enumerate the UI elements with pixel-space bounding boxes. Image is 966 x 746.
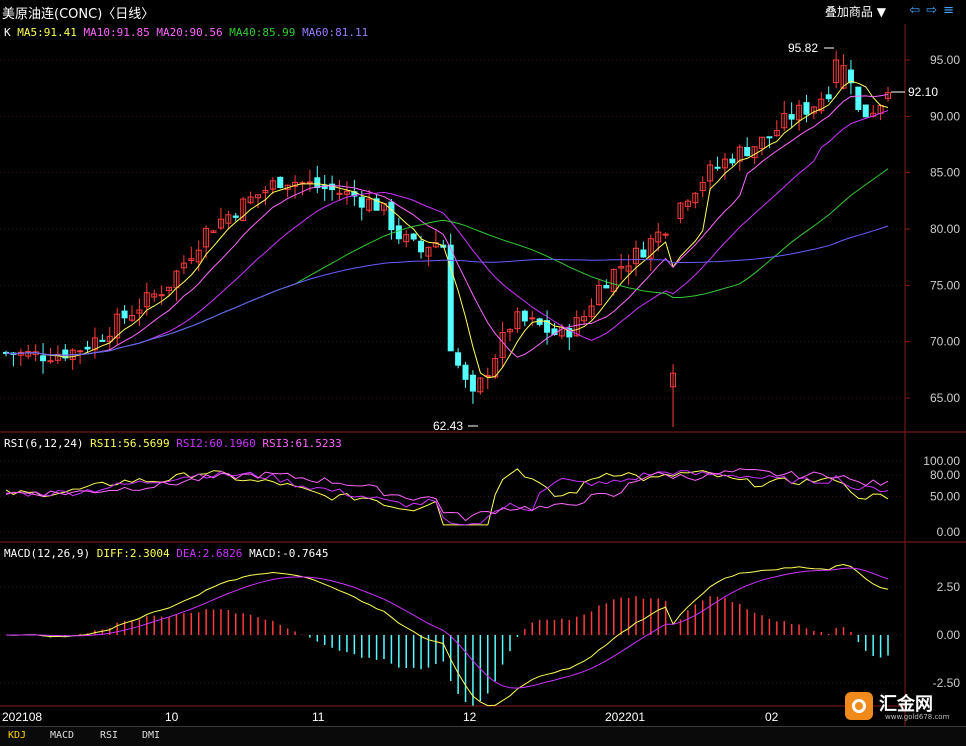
rsi-tick-label: 50.00 bbox=[930, 490, 960, 504]
candle-body bbox=[410, 233, 417, 240]
ma10-line bbox=[5, 93, 889, 358]
candle-body bbox=[744, 147, 751, 157]
candle-body bbox=[855, 86, 862, 111]
rsi1-line bbox=[5, 468, 889, 526]
candle-body bbox=[77, 350, 84, 353]
candle-body bbox=[825, 94, 832, 100]
candle-body bbox=[395, 225, 402, 240]
price-tick-label: 95.00 bbox=[930, 53, 960, 67]
last-price-label: 92.10 bbox=[908, 85, 938, 99]
candle-body bbox=[603, 285, 610, 289]
candle-body bbox=[84, 346, 91, 350]
candle-body bbox=[662, 233, 669, 236]
rsi3-line bbox=[5, 468, 889, 522]
rsi-tick-label: 100.00 bbox=[923, 454, 960, 468]
watermark-logo: 汇金网 www.gold678.com bbox=[845, 690, 965, 724]
candle-body bbox=[462, 364, 469, 380]
rsi-tick-label: 80.00 bbox=[930, 468, 960, 482]
candle-body bbox=[729, 158, 736, 164]
candle-body bbox=[232, 215, 239, 218]
x-axis-label: 12 bbox=[463, 710, 477, 724]
brand-site: www.gold678.com bbox=[885, 713, 950, 721]
tab-kdj[interactable]: KDJ bbox=[8, 730, 26, 741]
tab-dmi[interactable]: DMI bbox=[142, 730, 160, 741]
indicator-tab-bar: KDJ MACD RSI DMI bbox=[0, 726, 966, 746]
price-tick-label: 85.00 bbox=[930, 166, 960, 180]
price-tick-label: 80.00 bbox=[930, 222, 960, 236]
macd-tick-label: -2.50 bbox=[933, 676, 961, 690]
candle-body bbox=[640, 249, 647, 258]
dea-line bbox=[6, 567, 889, 689]
candle-body bbox=[158, 294, 165, 297]
candle-body bbox=[418, 240, 425, 253]
price-tick-label: 90.00 bbox=[930, 109, 960, 123]
low-annotation: 62.43 bbox=[433, 419, 463, 433]
candle-body bbox=[358, 196, 365, 208]
candle-body bbox=[47, 360, 54, 363]
x-axis-label: 10 bbox=[165, 710, 179, 724]
ma40-line bbox=[5, 168, 889, 356]
candle-body bbox=[277, 176, 284, 189]
candle-body bbox=[336, 192, 343, 195]
chart-canvas[interactable]: 95.00 90.00 85.00 80.00 75.00 70.00 65.00 95.82… bbox=[0, 0, 966, 726]
candle-body bbox=[529, 317, 536, 320]
candle-body bbox=[121, 310, 128, 319]
candle-body bbox=[99, 339, 106, 342]
tab-rsi[interactable]: RSI bbox=[100, 730, 118, 741]
candle-body bbox=[803, 102, 810, 115]
candle-body bbox=[388, 201, 395, 231]
tab-macd[interactable]: MACD bbox=[50, 730, 74, 741]
x-axis-label: 02 bbox=[765, 710, 779, 724]
price-tick-label: 70.00 bbox=[930, 335, 960, 349]
candle-body bbox=[766, 136, 773, 139]
price-tick-label: 65.00 bbox=[930, 391, 960, 405]
brand-logo-icon bbox=[845, 692, 873, 720]
candle-body bbox=[447, 244, 454, 352]
diff-line bbox=[5, 563, 889, 707]
candle-body bbox=[314, 177, 321, 188]
candle-body bbox=[469, 374, 476, 392]
high-annotation: 95.82 bbox=[788, 41, 818, 55]
macd-tick-label: 0.00 bbox=[937, 628, 961, 642]
macd-tick-label: 2.50 bbox=[937, 580, 961, 594]
x-axis-label: 202201 bbox=[605, 710, 645, 724]
ma60-line bbox=[5, 225, 889, 356]
candle-body bbox=[40, 355, 47, 362]
candle-body bbox=[862, 104, 869, 118]
x-axis-label: 11 bbox=[312, 710, 325, 724]
rsi-tick-label: 0.00 bbox=[937, 525, 961, 539]
candle-body bbox=[714, 166, 721, 169]
candle-body bbox=[455, 352, 462, 366]
x-axis-label: 202108 bbox=[2, 710, 42, 724]
price-tick-label: 75.00 bbox=[930, 278, 960, 292]
candle-body bbox=[521, 310, 528, 322]
candle-body bbox=[306, 181, 313, 184]
candle-body bbox=[788, 114, 795, 120]
